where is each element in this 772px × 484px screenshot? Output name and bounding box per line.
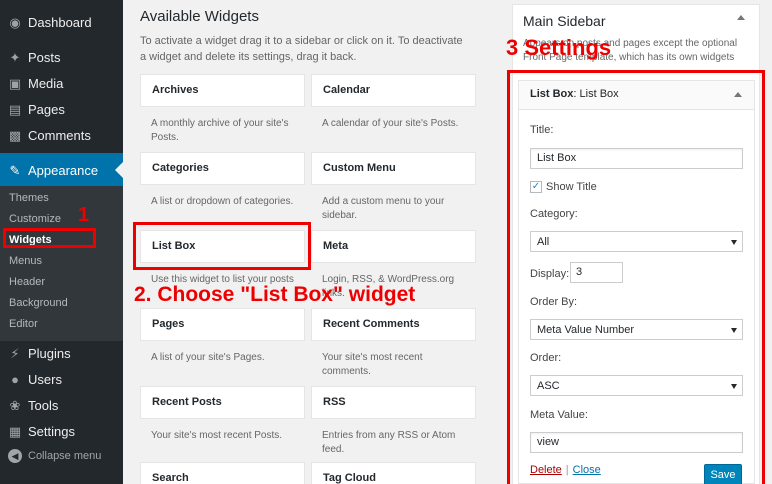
media-icon: ▣: [8, 75, 22, 91]
pin-icon: ✦: [9, 49, 21, 65]
widget-description: Entries from any RSS or Atom feed.: [322, 430, 456, 455]
widget-custom-menu[interactable]: Custom Menu Add a custom menu to your si…: [311, 152, 476, 223]
widget-title[interactable]: Pages: [140, 308, 305, 341]
annotation-settings-highlight: [507, 70, 765, 484]
menu-label: Tools: [28, 397, 59, 413]
plugin-icon: ⚡: [10, 345, 20, 361]
menu-plugins[interactable]: ⚡ Plugins: [0, 341, 123, 365]
dashboard-icon: ◉: [9, 14, 21, 30]
menu-label: Dashboard: [28, 14, 92, 30]
sidebar-toggle-icon[interactable]: [737, 15, 745, 20]
widget-title[interactable]: Archives: [140, 74, 305, 107]
widget-tag-cloud[interactable]: Tag Cloud: [311, 462, 476, 484]
wrench-icon: ❀: [9, 397, 21, 413]
annotation-widgets-highlight: [3, 228, 96, 248]
menu-label: Settings: [28, 423, 75, 439]
widget-calendar[interactable]: Calendar A calendar of your site's Posts…: [311, 74, 476, 131]
menu-label: Plugins: [28, 345, 71, 361]
widget-description: A calendar of your site's Posts.: [322, 118, 459, 129]
annotation-step-3: 3 Settings: [506, 35, 612, 60]
submenu-editor[interactable]: Editor: [9, 318, 38, 330]
annotation-step-2: 2. Choose "List Box" widget: [134, 283, 416, 306]
widget-rss[interactable]: RSS Entries from any RSS or Atom feed.: [311, 386, 476, 457]
users-icon: ●: [11, 371, 19, 387]
submenu-menus[interactable]: Menus: [9, 255, 42, 267]
annotation-step-1: 1: [78, 204, 90, 226]
widget-title[interactable]: Meta: [311, 230, 476, 263]
pages-icon: ▤: [8, 101, 22, 117]
available-widgets-title: Available Widgets: [140, 8, 259, 25]
menu-label: Appearance: [28, 162, 99, 178]
widget-description: A monthly archive of your site's Posts.: [151, 118, 289, 143]
widget-title[interactable]: RSS: [311, 386, 476, 419]
widget-categories[interactable]: Categories A list or dropdown of categor…: [140, 152, 305, 209]
appearance-submenu: Themes Customize Widgets Menus Header Ba…: [0, 186, 123, 341]
widget-description: Your site's most recent Posts.: [151, 430, 283, 441]
widget-description: Your site's most recent comments.: [322, 352, 423, 377]
widget-search[interactable]: Search: [140, 462, 305, 484]
paintbrush-icon: ✎: [9, 162, 21, 178]
submenu-customize[interactable]: Customize: [9, 213, 61, 225]
menu-posts[interactable]: ✦ Posts: [0, 45, 123, 69]
widget-title[interactable]: Calendar: [311, 74, 476, 107]
widget-recent-posts[interactable]: Recent Posts Your site's most recent Pos…: [140, 386, 305, 443]
collapse-menu-button[interactable]: ◀ Collapse menu: [0, 449, 123, 463]
settings-icon: ▦: [8, 423, 22, 439]
widget-archives[interactable]: Archives A monthly archive of your site'…: [140, 74, 305, 145]
widget-title[interactable]: Recent Comments: [311, 308, 476, 341]
menu-tools[interactable]: ❀ Tools: [0, 393, 123, 417]
submenu-themes[interactable]: Themes: [9, 192, 49, 204]
widget-title[interactable]: Search: [140, 462, 305, 484]
collapse-arrow-icon: ◀: [8, 449, 22, 463]
menu-label: Media: [28, 75, 64, 91]
widget-pages[interactable]: Pages A list of your site's Pages.: [140, 308, 305, 365]
widget-recent-comments[interactable]: Recent Comments Your site's most recent …: [311, 308, 476, 379]
submenu-header[interactable]: Header: [9, 276, 45, 288]
available-widgets-description: To activate a widget drag it to a sideba…: [140, 35, 463, 63]
collapse-label: Collapse menu: [28, 450, 102, 462]
menu-media[interactable]: ▣ Media: [0, 71, 123, 95]
menu-dashboard[interactable]: ◉ Dashboard: [0, 10, 123, 34]
comments-icon: ▩: [8, 127, 22, 143]
widget-title[interactable]: Custom Menu: [311, 152, 476, 185]
widget-description: Add a custom menu to your sidebar.: [322, 196, 445, 221]
annotation-list-box-highlight: [133, 222, 311, 270]
menu-pages[interactable]: ▤ Pages: [0, 97, 123, 121]
widget-title[interactable]: Tag Cloud: [311, 462, 476, 484]
widget-description: A list of your site's Pages.: [151, 352, 265, 363]
menu-settings[interactable]: ▦ Settings: [0, 419, 123, 443]
main-sidebar-title[interactable]: Main Sidebar: [523, 13, 606, 29]
submenu-background[interactable]: Background: [9, 297, 68, 309]
menu-comments[interactable]: ▩ Comments: [0, 123, 123, 147]
menu-label: Comments: [28, 127, 91, 143]
menu-appearance[interactable]: ✎ Appearance: [0, 153, 123, 187]
widget-title[interactable]: Recent Posts: [140, 386, 305, 419]
menu-label: Users: [28, 371, 62, 387]
menu-users[interactable]: ● Users: [0, 367, 123, 391]
widget-title[interactable]: Categories: [140, 152, 305, 185]
menu-label: Posts: [28, 49, 61, 65]
menu-label: Pages: [28, 101, 65, 117]
widget-description: A list or dropdown of categories.: [151, 196, 294, 207]
